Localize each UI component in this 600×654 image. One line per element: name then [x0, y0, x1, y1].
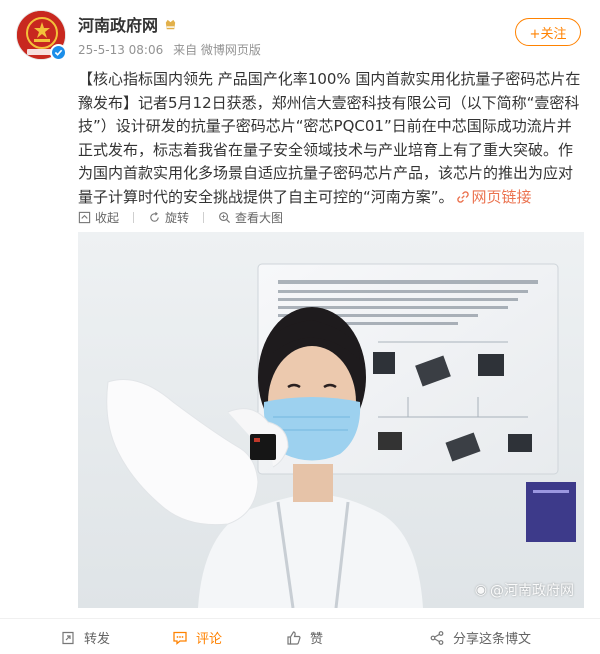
- collapse-button[interactable]: 收起: [78, 209, 119, 226]
- post-source: 来自 微博网页版: [173, 43, 261, 57]
- watermark-text: @河南政府网: [490, 583, 574, 599]
- image-toolbar: 收起 旋转 查看大图: [78, 209, 297, 226]
- post-photo[interactable]: ◉ @河南政府网: [78, 232, 584, 608]
- avatar[interactable]: [16, 10, 67, 61]
- repost-button[interactable]: 转发: [60, 628, 110, 647]
- member-badge-icon[interactable]: [163, 17, 178, 32]
- weibo-logo-icon: ◉: [474, 582, 487, 598]
- share-label: 分享这条博文: [453, 632, 532, 647]
- username[interactable]: 河南政府网: [78, 12, 158, 36]
- collapse-label: 收起: [95, 211, 120, 225]
- post-header: 河南政府网 25-5-13 08:06 来自 微博网页版 +关注: [0, 0, 600, 66]
- web-link[interactable]: 网页链接: [472, 188, 532, 206]
- follow-button[interactable]: +关注: [515, 18, 581, 46]
- collapse-icon: [78, 211, 91, 224]
- photo-watermark: ◉ @河南政府网: [475, 580, 574, 600]
- share-icon: [430, 630, 444, 645]
- like-button[interactable]: 赞: [286, 628, 323, 647]
- comment-button[interactable]: 评论: [172, 628, 222, 647]
- action-bar: 转发 评论 赞 分享这条博文: [0, 618, 600, 654]
- magnify-icon: [219, 212, 231, 224]
- share-button[interactable]: 分享这条博文: [429, 628, 531, 647]
- divider: [203, 212, 205, 223]
- comment-label: 评论: [196, 632, 223, 647]
- like-label: 赞: [310, 632, 324, 647]
- link-icon: [456, 190, 469, 203]
- view-large-button[interactable]: 查看大图: [218, 209, 283, 226]
- repost-label: 转发: [84, 632, 111, 647]
- post-meta: 25-5-13 08:06 来自 微博网页版: [78, 41, 267, 58]
- rotate-icon: [150, 211, 159, 222]
- view-large-label: 查看大图: [235, 211, 284, 225]
- rotate-label: 旋转: [165, 211, 190, 225]
- photo-illustration: [78, 232, 584, 608]
- repost-icon: [62, 631, 74, 644]
- thumbs-up-icon: [287, 630, 301, 645]
- comment-icon: [173, 631, 187, 645]
- username-row: 河南政府网: [78, 12, 178, 36]
- rotate-button[interactable]: 旋转: [148, 209, 189, 226]
- divider: [133, 212, 135, 223]
- post-timestamp[interactable]: 25-5-13 08:06: [78, 43, 163, 57]
- verified-badge-icon: [50, 44, 67, 61]
- post-text: 【核心指标国内领先 产品国产化率100% 国内首款实用化抗量子密码芯片在豫发布】…: [78, 68, 584, 209]
